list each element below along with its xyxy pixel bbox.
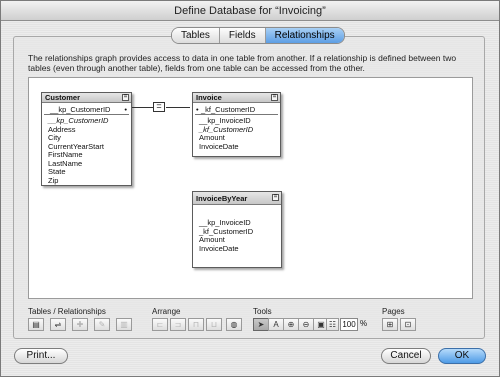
key-field-label: _kf_CustomerID bbox=[201, 105, 256, 114]
pages-label: Pages bbox=[382, 307, 405, 316]
ok-button[interactable]: OK bbox=[438, 348, 486, 364]
tab-tables[interactable]: Tables bbox=[172, 28, 220, 43]
collapse-icon[interactable]: = bbox=[272, 194, 279, 201]
resize-icon[interactable]: ⊔ bbox=[206, 318, 222, 331]
page-setup-icon[interactable]: ⊡ bbox=[400, 318, 416, 331]
table-occurrence-customer[interactable]: Customer = __kp_CustomerID • __kp_Custom… bbox=[41, 92, 132, 186]
zoom-level-field[interactable]: 100 bbox=[340, 318, 358, 331]
relationships-description: The relationships graph provides access … bbox=[28, 53, 457, 73]
tab-relationships[interactable]: Relationships bbox=[265, 28, 344, 43]
color-icon[interactable]: ◍ bbox=[226, 318, 242, 331]
field-item: Zip bbox=[48, 175, 59, 185]
page-breaks-icon[interactable]: ⊞ bbox=[382, 318, 398, 331]
field-item: InvoiceDate bbox=[199, 141, 239, 151]
table-header-invoicebyyear[interactable]: InvoiceByYear = bbox=[193, 192, 281, 205]
key-field-customer[interactable]: __kp_CustomerID • bbox=[44, 104, 129, 115]
arrange-label: Arrange bbox=[152, 307, 181, 316]
tables-relationships-label: Tables / Relationships bbox=[28, 307, 106, 316]
duplicate-icon[interactable]: ✚ bbox=[72, 318, 88, 331]
zoom-unit: % bbox=[360, 319, 368, 328]
relationships-graph[interactable]: Customer = __kp_CustomerID • __kp_Custom… bbox=[28, 77, 473, 299]
table-occurrence-invoicebyyear[interactable]: InvoiceByYear = __kp_InvoiceID _kf_Custo… bbox=[192, 191, 282, 268]
key-field-invoice[interactable]: • _kf_CustomerID bbox=[195, 104, 278, 115]
field-list-invoicebyyear: __kp_InvoiceID _kf_CustomerID Amount Inv… bbox=[193, 205, 281, 253]
tab-fields[interactable]: Fields bbox=[219, 28, 266, 43]
align-center-icon[interactable]: ⊐ bbox=[170, 318, 186, 331]
add-table-icon[interactable]: ▤ bbox=[28, 318, 44, 331]
field-item: InvoiceDate bbox=[199, 243, 239, 253]
zoom-in-icon[interactable]: ⊕ bbox=[283, 318, 299, 331]
table-occurrence-invoice[interactable]: Invoice = • _kf_CustomerID __kp_InvoiceI… bbox=[192, 92, 281, 157]
delete-icon[interactable]: ▥ bbox=[116, 318, 132, 331]
text-tool-icon[interactable]: A bbox=[268, 318, 284, 331]
key-dot-icon: • bbox=[196, 105, 199, 114]
relationship-line[interactable] bbox=[132, 107, 153, 108]
key-dot-icon: • bbox=[124, 105, 127, 114]
window-title: Define Database for “Invoicing” bbox=[1, 1, 499, 21]
print-button[interactable]: Print... bbox=[14, 348, 68, 364]
collapse-icon[interactable]: = bbox=[271, 94, 278, 101]
edit-icon[interactable]: ✎ bbox=[94, 318, 110, 331]
key-field-label: __kp_CustomerID bbox=[50, 105, 111, 114]
distribute-icon[interactable]: ⊓ bbox=[188, 318, 204, 331]
tab-bar: Tables Fields Relationships bbox=[171, 27, 345, 44]
table-header-customer[interactable]: Customer = bbox=[42, 93, 131, 103]
table-name-invoicebyyear: InvoiceByYear bbox=[196, 194, 248, 203]
table-name-customer: Customer bbox=[45, 93, 81, 102]
add-relationship-icon[interactable]: ⇌ bbox=[50, 318, 66, 331]
cancel-button[interactable]: Cancel bbox=[381, 348, 431, 364]
relationship-line[interactable] bbox=[166, 107, 190, 108]
table-name-invoice: Invoice bbox=[196, 93, 222, 102]
hand-icon[interactable]: ☷ bbox=[326, 318, 339, 331]
field-list-customer: __kp_CustomerID Address City CurrentYear… bbox=[42, 115, 131, 185]
table-header-invoice[interactable]: Invoice = bbox=[193, 93, 280, 103]
tools-label: Tools bbox=[253, 307, 272, 316]
relationship-operator[interactable]: = bbox=[153, 102, 165, 112]
collapse-icon[interactable]: = bbox=[122, 94, 129, 101]
field-list-invoice: __kp_InvoiceID _kf_CustomerID Amount Inv… bbox=[193, 115, 280, 151]
pointer-icon[interactable]: ➤ bbox=[253, 318, 269, 331]
align-left-icon[interactable]: ⊏ bbox=[152, 318, 168, 331]
zoom-out-icon[interactable]: ⊖ bbox=[298, 318, 314, 331]
